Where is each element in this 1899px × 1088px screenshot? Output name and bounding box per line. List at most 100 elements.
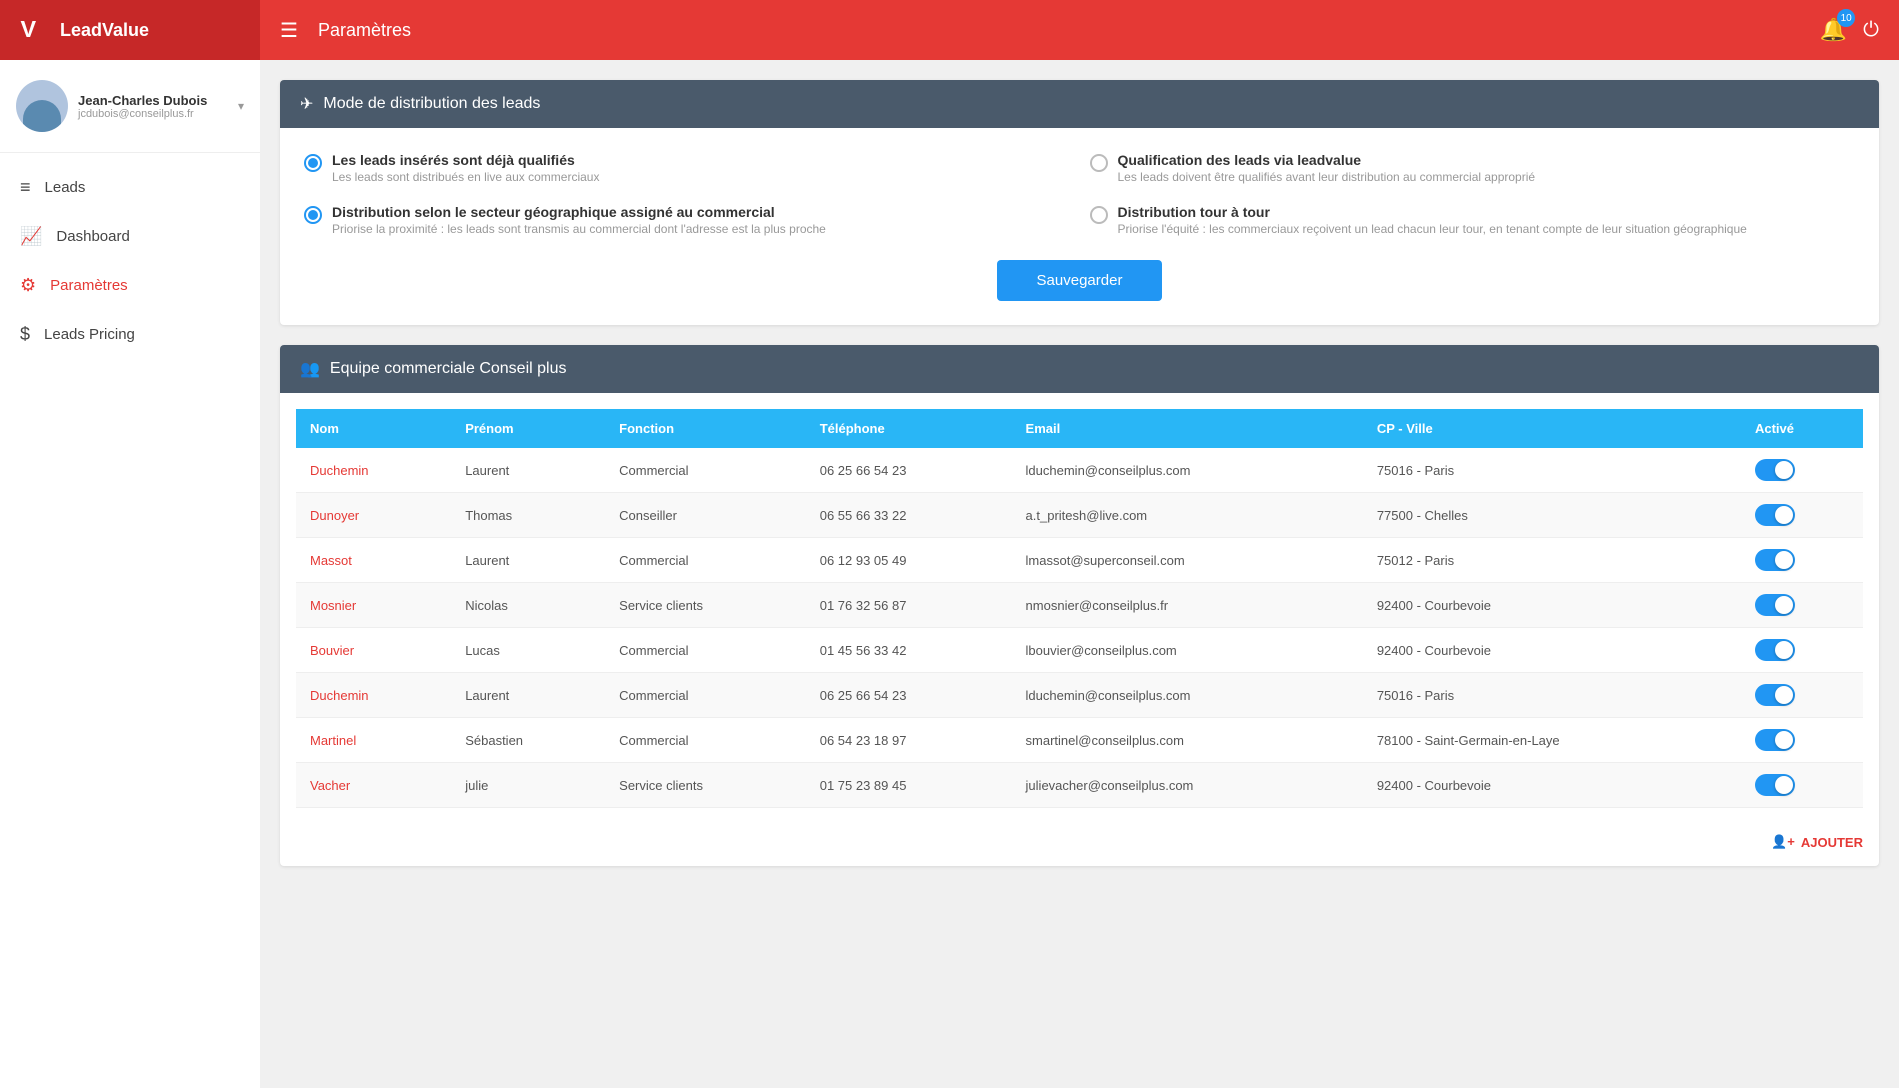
distribution-panel: ✈ Mode de distribution des leads Les lea… — [280, 80, 1879, 325]
table-row: VacherjulieService clients01 75 23 89 45… — [296, 763, 1863, 808]
table-cell: Thomas — [451, 493, 605, 538]
main-layout: Jean-Charles Dubois jcdubois@conseilplus… — [0, 60, 1899, 1088]
sidebar-item-leads-label: Leads — [45, 179, 86, 196]
cell-active — [1741, 493, 1863, 538]
cell-active — [1741, 448, 1863, 493]
table-cell: Commercial — [605, 538, 806, 583]
distribution-panel-header: ✈ Mode de distribution des leads — [280, 80, 1879, 128]
avatar — [16, 80, 68, 132]
radio-already-qualified[interactable] — [304, 154, 322, 172]
table-cell: Commercial — [605, 448, 806, 493]
cell-nom[interactable]: Duchemin — [296, 673, 451, 718]
add-icon: 👤+ — [1771, 834, 1795, 850]
table-row: DucheminLaurentCommercial06 25 66 54 23l… — [296, 448, 1863, 493]
col-fonction: Fonction — [605, 409, 806, 448]
table-cell: Laurent — [451, 673, 605, 718]
cell-nom[interactable]: Duchemin — [296, 448, 451, 493]
radio-option-qualify-leadvalue[interactable]: Qualification des leads via leadvalue Le… — [1090, 152, 1856, 184]
cell-nom[interactable]: Massot — [296, 538, 451, 583]
notification-badge: 10 — [1837, 9, 1855, 27]
sidebar-item-leads-pricing[interactable]: $ Leads Pricing — [0, 310, 260, 359]
radio-qualify-leadvalue-desc: Les leads doivent être qualifiés avant l… — [1118, 170, 1536, 184]
table-header-row: Nom Prénom Fonction Téléphone Email CP -… — [296, 409, 1863, 448]
active-toggle[interactable] — [1755, 639, 1795, 661]
table-row: MassotLaurentCommercial06 12 93 05 49lma… — [296, 538, 1863, 583]
table-cell: Commercial — [605, 718, 806, 763]
table-cell: 92400 - Courbevoie — [1363, 628, 1741, 673]
radio-round-robin[interactable] — [1090, 206, 1108, 224]
active-toggle[interactable] — [1755, 549, 1795, 571]
radio-geographic-text: Distribution selon le secteur géographiq… — [332, 204, 826, 236]
cell-active — [1741, 673, 1863, 718]
table-row: MartinelSébastienCommercial06 54 23 18 9… — [296, 718, 1863, 763]
power-icon[interactable]: ⏻ — [1863, 19, 1879, 42]
table-cell: 78100 - Saint-Germain-en-Laye — [1363, 718, 1741, 763]
radio-already-qualified-title: Les leads insérés sont déjà qualifiés — [332, 152, 599, 168]
sidebar: Jean-Charles Dubois jcdubois@conseilplus… — [0, 60, 260, 1088]
active-toggle[interactable] — [1755, 684, 1795, 706]
col-prenom: Prénom — [451, 409, 605, 448]
radio-option-geographic[interactable]: Distribution selon le secteur géographiq… — [304, 204, 1070, 236]
user-email: jcdubois@conseilplus.fr — [78, 108, 238, 120]
notification-bell[interactable]: 🔔 10 — [1820, 17, 1847, 43]
radio-already-qualified-text: Les leads insérés sont déjà qualifiés Le… — [332, 152, 599, 184]
radio-qualify-leadvalue[interactable] — [1090, 154, 1108, 172]
active-toggle[interactable] — [1755, 504, 1795, 526]
active-toggle[interactable] — [1755, 594, 1795, 616]
cell-nom[interactable]: Vacher — [296, 763, 451, 808]
team-table-wrapper: Nom Prénom Fonction Téléphone Email CP -… — [280, 393, 1879, 824]
cell-nom[interactable]: Mosnier — [296, 583, 451, 628]
table-cell: a.t_pritesh@live.com — [1012, 493, 1363, 538]
save-button-wrapper: Sauvegarder — [304, 260, 1855, 301]
radio-option-already-qualified[interactable]: Les leads insérés sont déjà qualifiés Le… — [304, 152, 1070, 184]
table-cell: Lucas — [451, 628, 605, 673]
menu-button[interactable]: ☰ — [260, 18, 318, 43]
table-cell: Commercial — [605, 628, 806, 673]
cell-nom[interactable]: Martinel — [296, 718, 451, 763]
active-toggle[interactable] — [1755, 729, 1795, 751]
cell-nom[interactable]: Dunoyer — [296, 493, 451, 538]
table-cell: 06 12 93 05 49 — [806, 538, 1012, 583]
radio-geographic[interactable] — [304, 206, 322, 224]
gear-icon: ⚙ — [20, 275, 36, 296]
sidebar-item-dashboard[interactable]: 📈 Dashboard — [0, 212, 260, 261]
distribution-panel-title: Mode de distribution des leads — [323, 95, 540, 113]
sidebar-item-leads-pricing-label: Leads Pricing — [44, 326, 135, 343]
table-cell: Service clients — [605, 583, 806, 628]
radio-round-robin-desc: Priorise l'équité : les commerciaux reço… — [1118, 222, 1747, 236]
radio-option-round-robin[interactable]: Distribution tour à tour Priorise l'équi… — [1090, 204, 1856, 236]
active-toggle[interactable] — [1755, 459, 1795, 481]
table-cell: 75016 - Paris — [1363, 673, 1741, 718]
logo-area: V LeadValue — [0, 0, 260, 60]
add-button-label: AJOUTER — [1801, 835, 1863, 850]
table-cell: Sébastien — [451, 718, 605, 763]
sidebar-item-leads[interactable]: ≡ Leads — [0, 163, 260, 212]
table-cell: 75016 - Paris — [1363, 448, 1741, 493]
radio-round-robin-text: Distribution tour à tour Priorise l'équi… — [1118, 204, 1747, 236]
table-cell: lmassot@superconseil.com — [1012, 538, 1363, 583]
table-cell: lduchemin@conseilplus.com — [1012, 673, 1363, 718]
header-icons: 🔔 10 ⏻ — [1820, 17, 1899, 43]
table-cell: 92400 - Courbevoie — [1363, 583, 1741, 628]
active-toggle[interactable] — [1755, 774, 1795, 796]
user-info: Jean-Charles Dubois jcdubois@conseilplus… — [78, 93, 238, 120]
table-cell: julievacher@conseilplus.com — [1012, 763, 1363, 808]
table-cell: 01 76 32 56 87 — [806, 583, 1012, 628]
col-active: Activé — [1741, 409, 1863, 448]
team-panel: 👥 Equipe commerciale Conseil plus Nom Pr… — [280, 345, 1879, 866]
table-cell: 06 25 66 54 23 — [806, 448, 1012, 493]
ajouter-row: 👤+ AJOUTER — [280, 824, 1879, 866]
col-cp-ville: CP - Ville — [1363, 409, 1741, 448]
team-panel-header: 👥 Equipe commerciale Conseil plus — [280, 345, 1879, 393]
user-profile[interactable]: Jean-Charles Dubois jcdubois@conseilplus… — [0, 60, 260, 153]
save-button[interactable]: Sauvegarder — [997, 260, 1163, 301]
table-cell: smartinel@conseilplus.com — [1012, 718, 1363, 763]
table-cell: 06 55 66 33 22 — [806, 493, 1012, 538]
radio-qualify-leadvalue-text: Qualification des leads via leadvalue Le… — [1118, 152, 1536, 184]
cell-active — [1741, 583, 1863, 628]
cell-nom[interactable]: Bouvier — [296, 628, 451, 673]
add-member-button[interactable]: 👤+ AJOUTER — [1771, 834, 1863, 850]
table-row: BouvierLucasCommercial01 45 56 33 42lbou… — [296, 628, 1863, 673]
sidebar-item-parametres[interactable]: ⚙ Paramètres — [0, 261, 260, 310]
cell-active — [1741, 763, 1863, 808]
